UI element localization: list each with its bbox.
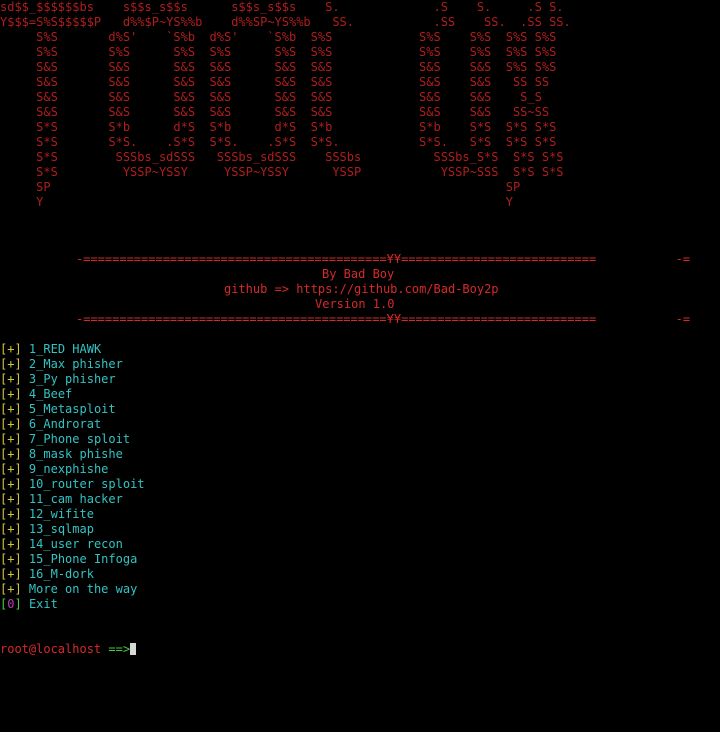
menu-item[interactable]: [+] 5_Metasploit — [0, 402, 116, 417]
menu-bracket: [+] — [0, 447, 22, 461]
banner-line: Y Y — [0, 195, 513, 209]
terminal-window[interactable]: sd$$_$$$$$$bs s$$s_s$$s s$$s_s$$s S. .S … — [0, 0, 720, 732]
menu-bracket: [+] — [0, 372, 22, 386]
text-cursor[interactable] — [130, 643, 137, 655]
banner-line: S*S S*b d*S S*b d*S S*b S*b S*S S*S S*S — [0, 120, 557, 134]
menu-bracket: [+] — [0, 357, 22, 371]
menu-item-label: More on the way — [28, 582, 138, 596]
menu-bracket: [+] — [0, 342, 22, 356]
menu-bracket: [+] — [0, 552, 22, 566]
menu-bracket: [+] — [0, 432, 22, 446]
banner-line: Y$$$=S%S$$$$$P d%%$P~YS%%b d%%SP~YS%%b S… — [0, 15, 571, 29]
menu-bracket: [+] — [0, 582, 22, 596]
command-prompt[interactable]: root@localhost ==> — [0, 642, 137, 657]
menu-item-label: 13_sqlmap — [28, 522, 94, 536]
menu-item[interactable]: [+] 7_Phone sploit — [0, 432, 130, 447]
menu-item-label: 12_wifite — [28, 507, 94, 521]
menu-item-label: 11_cam hacker — [28, 492, 123, 506]
menu-item[interactable]: [+] 11_cam hacker — [0, 492, 123, 507]
credits-github: github => https://github.com/Bad-Boy2p — [224, 282, 499, 296]
menu-item-label: 4_Beef — [28, 387, 73, 401]
menu-item-exit[interactable]: [0] Exit — [0, 597, 58, 612]
exit-bracket-close: ] — [14, 597, 22, 611]
menu-item[interactable]: [+] 1_RED HAWK — [0, 342, 101, 357]
banner-line: S&S S&S S&S S&S S&S S&S S&S S&S S_S — [0, 90, 542, 104]
menu-item[interactable]: [+] More on the way — [0, 582, 137, 597]
menu-item[interactable]: [+] 10_router sploit — [0, 477, 145, 492]
menu-bracket: [+] — [0, 402, 22, 416]
menu-bracket: [+] — [0, 492, 22, 506]
banner-line: S*S YSSP~YSSY YSSP~YSSY YSSP YSSP~SSS S*… — [0, 165, 564, 179]
credits-author: By Bad Boy — [322, 267, 395, 281]
menu-item-label: 15_Phone Infoga — [28, 552, 138, 566]
menu-item[interactable]: [+] 14_user recon — [0, 537, 123, 552]
menu-item[interactable]: [+] 15_Phone Infoga — [0, 552, 137, 567]
banner-line: S*S SSSbs_sdSSS SSSbs_sdSSS SSSbs SSSbs_… — [0, 150, 564, 164]
menu-item-label: 3_Py phisher — [28, 372, 116, 386]
divider-bottom: -=======================================… — [76, 312, 691, 326]
menu-item-label: 16_M-dork — [28, 567, 94, 581]
menu-item-label: 14_user recon — [28, 537, 123, 551]
menu-item[interactable]: [+] 12_wifite — [0, 507, 94, 522]
menu-item[interactable]: [+] 4_Beef — [0, 387, 72, 402]
divider-top: -=======================================… — [76, 252, 691, 266]
menu-item[interactable]: [+] 13_sqlmap — [0, 522, 94, 537]
menu-item-label: 2_Max phisher — [28, 357, 123, 371]
menu-item[interactable]: [+] 6_Androrat — [0, 417, 101, 432]
menu-item-label: 10_router sploit — [28, 477, 145, 491]
menu-item-label: 1_RED HAWK — [28, 342, 102, 356]
menu-item-label: 7_Phone sploit — [28, 432, 131, 446]
banner-line: S%S d%S' `S%b d%S' `S%b S%S S%S S%S S%S … — [0, 30, 557, 44]
banner-line: S&S S&S S&S S&S S&S S&S S&S S&S SS~SS — [0, 105, 550, 119]
banner-line: S&S S&S S&S S&S S&S S&S S&S S&S S%S S%S — [0, 60, 557, 74]
menu-item[interactable]: [+] 16_M-dork — [0, 567, 94, 582]
menu-item[interactable]: [+] 8_mask phishe — [0, 447, 123, 462]
menu-bracket: [+] — [0, 462, 22, 476]
banner-line: sd$$_$$$$$$bs s$$s_s$$s s$$s_s$$s S. .S … — [0, 0, 564, 14]
menu-item[interactable]: [+] 9_nexphishe — [0, 462, 108, 477]
menu-item-label: 5_Metasploit — [28, 402, 116, 416]
menu-item-label: 8_mask phishe — [28, 447, 123, 461]
menu-item[interactable]: [+] 2_Max phisher — [0, 357, 123, 372]
menu-item[interactable]: [+] 3_Py phisher — [0, 372, 116, 387]
menu-item-label: 9_nexphishe — [28, 462, 109, 476]
credits-version: Version 1.0 — [315, 297, 395, 311]
menu-bracket: [+] — [0, 417, 22, 431]
menu-bracket: [+] — [0, 387, 22, 401]
banner-line: S&S S&S S&S S&S S&S S&S S&S S&S SS SS — [0, 75, 550, 89]
banner-line: S%S S%S S%S S%S S%S S%S S%S S%S S%S S%S — [0, 45, 557, 59]
menu-bracket: [+] — [0, 567, 22, 581]
menu-item-label: 6_Androrat — [28, 417, 102, 431]
banner-line: SP SP — [0, 180, 521, 194]
menu-bracket: [+] — [0, 477, 22, 491]
menu-bracket: [+] — [0, 537, 22, 551]
menu-bracket: [+] — [0, 522, 22, 536]
exit-label: Exit — [28, 597, 58, 611]
menu-bracket: [+] — [0, 507, 22, 521]
prompt-arrow: ==> — [108, 642, 131, 656]
prompt-user-host: root@localhost — [0, 642, 102, 656]
banner-line: S*S S*S. .S*S S*S. .S*S S*S. S*S. S*S S*… — [0, 135, 557, 149]
